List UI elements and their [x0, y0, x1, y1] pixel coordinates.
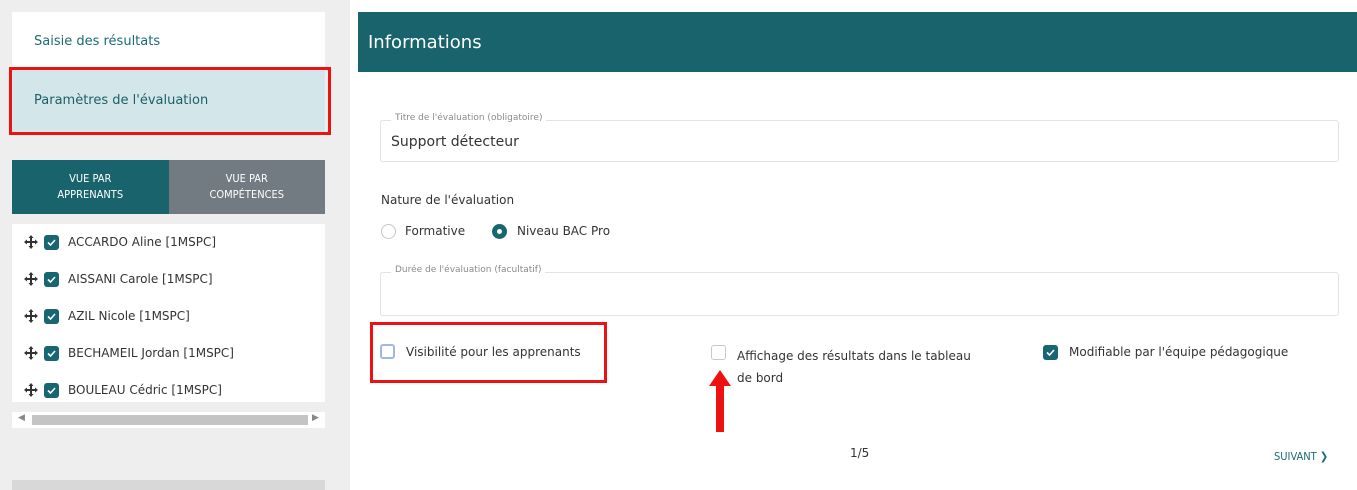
student-checkbox[interactable]: [44, 382, 59, 398]
duration-field-label: Durée de l'évaluation (facultatif): [391, 265, 546, 275]
move-icon[interactable]: [24, 272, 38, 286]
student-name: AZIL Nicole [1MSPC]: [68, 309, 190, 323]
student-name: ACCARDO Aline [1MSPC]: [68, 235, 217, 249]
radio-niveau-bac-pro-label[interactable]: Niveau BAC Pro: [517, 224, 610, 238]
radio-niveau-bac-pro[interactable]: [492, 224, 507, 239]
left-panel: Saisie des résultats Paramètres de l'éva…: [0, 0, 350, 490]
duration-field[interactable]: Durée de l'évaluation (facultatif): [380, 265, 1339, 316]
student-checkbox[interactable]: [44, 345, 59, 361]
panel-title: Informations: [358, 12, 1357, 72]
title-field[interactable]: Titre de l'évaluation (obligatoire) Supp…: [380, 113, 1339, 162]
highlight-box-parametres: [9, 67, 331, 135]
highlight-box-visibility: [370, 322, 607, 383]
student-name: BECHAMEIL Jordan [1MSPC]: [68, 346, 234, 360]
student-row: BOULEAU Cédric [1MSPC]: [24, 379, 222, 401]
view-tabs: VUE PAR APPRENANTS VUE PAR COMPÉTENCES: [12, 160, 325, 214]
student-row: AZIL Nicole [1MSPC]: [24, 305, 190, 327]
bottom-bar: [12, 480, 325, 490]
scrollbar-thumb[interactable]: [32, 415, 308, 425]
student-name: BOULEAU Cédric [1MSPC]: [68, 383, 222, 397]
editable-checkbox[interactable]: [1043, 345, 1058, 360]
move-icon[interactable]: [24, 346, 38, 360]
scroll-right-icon[interactable]: ▶: [312, 413, 319, 423]
move-icon[interactable]: [24, 309, 38, 323]
chevron-right-icon: ❯: [1316, 450, 1329, 463]
check-icon: [47, 238, 56, 246]
student-checkbox[interactable]: [44, 308, 59, 324]
red-arrow-annotation: [709, 370, 731, 432]
check-icon: [47, 312, 56, 320]
title-field-value[interactable]: Support détecteur: [391, 134, 519, 150]
radio-formative-label[interactable]: Formative: [405, 224, 465, 238]
student-row: ACCARDO Aline [1MSPC]: [24, 231, 216, 253]
check-icon: [47, 386, 56, 394]
student-checkbox[interactable]: [44, 234, 59, 250]
title-field-label: Titre de l'évaluation (obligatoire): [391, 113, 547, 123]
student-row: AISSANI Carole [1MSPC]: [24, 268, 213, 290]
page-indicator: 1/5: [850, 446, 870, 460]
tab-vue-competences[interactable]: VUE PAR COMPÉTENCES: [168, 160, 325, 214]
radio-formative[interactable]: [381, 224, 396, 239]
scroll-left-icon[interactable]: ◀: [18, 413, 25, 423]
move-icon[interactable]: [24, 235, 38, 249]
next-button[interactable]: SUIVANT ❯: [1274, 450, 1328, 463]
menu-item-saisie-resultats[interactable]: Saisie des résultats: [12, 12, 325, 68]
dashboard-label[interactable]: Affichage des résultats dans le tableau d…: [737, 345, 971, 389]
student-name: AISSANI Carole [1MSPC]: [68, 272, 213, 286]
nature-label: Nature de l'évaluation: [381, 193, 515, 207]
student-list: ACCARDO Aline [1MSPC] AISSANI Carole [1M…: [12, 224, 325, 402]
student-row: BECHAMEIL Jordan [1MSPC]: [24, 342, 234, 364]
check-icon: [47, 349, 56, 357]
check-icon: [47, 275, 56, 283]
tab-vue-apprenants[interactable]: VUE PAR APPRENANTS: [12, 160, 169, 214]
dashboard-checkbox[interactable]: [711, 345, 726, 360]
move-icon[interactable]: [24, 383, 38, 397]
horizontal-scrollbar[interactable]: ◀ ▶: [12, 412, 325, 428]
editable-label[interactable]: Modifiable par l'équipe pédagogique: [1069, 345, 1288, 359]
check-icon: [1046, 349, 1055, 356]
student-checkbox[interactable]: [44, 271, 59, 287]
